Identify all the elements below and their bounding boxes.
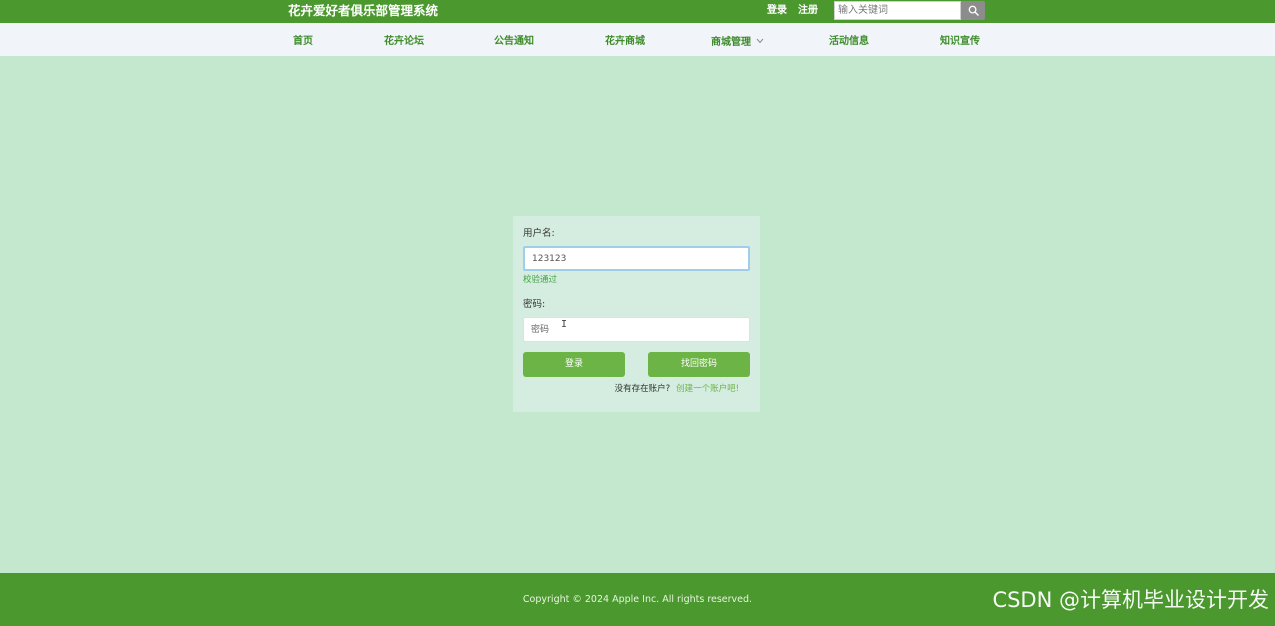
chevron-down-icon bbox=[756, 23, 764, 61]
nav-item-home[interactable]: 首页 bbox=[293, 23, 313, 56]
search-icon bbox=[968, 5, 979, 16]
nav-item-activities[interactable]: 活动信息 bbox=[829, 23, 869, 56]
nav-item-label: 公告通知 bbox=[494, 36, 534, 47]
nav-item-label: 商城管理 bbox=[711, 37, 751, 48]
login-form: 用户名: 校验通过 密码: 登录 找回密码 没有存在账户? 创建一个账户吧! bbox=[513, 216, 760, 412]
nav-item-knowledge[interactable]: 知识宣传 bbox=[940, 23, 980, 56]
site-title: 花卉爱好者俱乐部管理系统 bbox=[288, 3, 439, 18]
nav-item-label: 首页 bbox=[293, 36, 313, 47]
text-cursor-icon: I bbox=[561, 319, 568, 330]
register-link[interactable]: 注册 bbox=[798, 5, 818, 17]
username-label: 用户名: bbox=[523, 228, 555, 239]
main-nav: 首页 花卉论坛 公告通知 花卉商城 商城管理 活动信息 知识宣传 bbox=[0, 23, 1275, 56]
password-label: 密码: bbox=[523, 299, 546, 310]
nav-item-notices[interactable]: 公告通知 bbox=[494, 23, 534, 56]
search-button[interactable] bbox=[961, 1, 985, 20]
password-field[interactable] bbox=[523, 317, 750, 342]
nav-item-label: 活动信息 bbox=[829, 36, 869, 47]
search-input[interactable] bbox=[834, 1, 961, 20]
username-field[interactable] bbox=[523, 246, 750, 271]
watermark-text: CSDN @计算机毕业设计开发 bbox=[992, 588, 1269, 612]
nav-item-label: 花卉论坛 bbox=[384, 36, 424, 47]
recover-password-button[interactable]: 找回密码 bbox=[648, 352, 750, 377]
nav-item-forum[interactable]: 花卉论坛 bbox=[384, 23, 424, 56]
nav-item-label: 花卉商城 bbox=[605, 36, 645, 47]
username-validation-message: 校验通过 bbox=[523, 275, 558, 285]
nav-item-label: 知识宣传 bbox=[940, 36, 980, 47]
nav-item-shop-management[interactable]: 商城管理 bbox=[711, 23, 764, 56]
footer: Copyright © 2024 Apple Inc. All rights r… bbox=[0, 573, 1275, 626]
login-button[interactable]: 登录 bbox=[523, 352, 625, 377]
register-prompt: 没有存在账户? bbox=[614, 384, 671, 394]
register-row: 没有存在账户? 创建一个账户吧! bbox=[513, 384, 739, 395]
create-account-link[interactable]: 创建一个账户吧! bbox=[676, 384, 739, 394]
top-header-bar: 花卉爱好者俱乐部管理系统 登录 注册 bbox=[0, 0, 1275, 23]
login-link[interactable]: 登录 bbox=[767, 5, 787, 17]
nav-item-shop[interactable]: 花卉商城 bbox=[605, 23, 645, 56]
